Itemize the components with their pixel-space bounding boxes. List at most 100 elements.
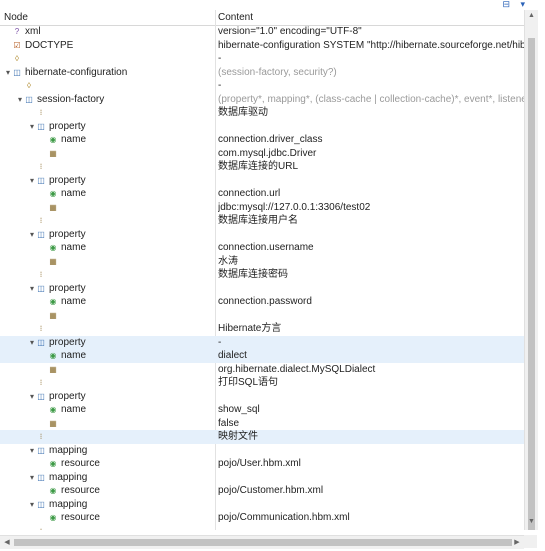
tree-row[interactable]: ◉ name connection.password <box>0 295 524 309</box>
vertical-scrollbar[interactable]: ▲ ▼ <box>524 10 538 530</box>
node-cell[interactable]: ◉ name <box>0 187 254 201</box>
horizontal-scrollbar[interactable]: ◀ ▶ <box>0 535 524 549</box>
tree-row[interactable]: ⁝ 数据库连接用户名 <box>0 214 524 228</box>
content-cell[interactable]: jdbc:mysql://127.0.0.1:3306/test02 <box>218 201 524 215</box>
content-cell[interactable]: connection.url <box>218 187 524 201</box>
node-cell[interactable]: ◉ name <box>0 349 254 363</box>
node-cell[interactable]: ◉ name <box>0 295 254 309</box>
content-cell[interactable]: connection.driver_class <box>218 133 524 147</box>
expand-toggle-icon[interactable]: ▾ <box>16 93 24 107</box>
node-cell[interactable]: ▾ ◫ mapping <box>0 471 242 485</box>
node-cell[interactable]: ⁝ <box>0 268 242 282</box>
tree-row[interactable]: ▾ ◫ mapping <box>0 444 524 458</box>
tree-row[interactable]: ⁝ Hibernate方言 <box>0 322 524 336</box>
node-cell[interactable]: ◊ <box>0 52 218 66</box>
content-cell[interactable]: pojo/User.hbm.xml <box>218 457 524 471</box>
tree-row[interactable]: ▾ ◫ property <box>0 174 524 188</box>
content-cell[interactable]: org.hibernate.dialect.MySQLDialect <box>218 363 524 377</box>
tree-row[interactable]: ▦ org.hibernate.dialect.MySQLDialect <box>0 363 524 377</box>
tree-row[interactable]: ▾ ◫ mapping <box>0 498 524 512</box>
node-cell[interactable]: ▦ <box>0 309 254 323</box>
content-cell[interactable]: false <box>218 417 524 431</box>
node-cell[interactable]: ☑ DOCTYPE <box>0 39 218 53</box>
tree-row[interactable]: ▦ false <box>0 417 524 431</box>
expand-toggle-icon[interactable]: ▾ <box>28 228 36 242</box>
content-cell[interactable]: pojo/Communication.hbm.xml <box>218 511 524 525</box>
content-cell[interactable]: 数据库连接用户名 <box>218 214 524 228</box>
node-cell[interactable]: ▾ ◫ session-factory <box>0 93 230 107</box>
node-cell[interactable]: ▦ <box>0 363 254 377</box>
content-cell[interactable]: 水涛 <box>218 255 524 269</box>
node-cell[interactable]: ▦ <box>0 255 254 269</box>
tree-row[interactable]: ▦ 水涛 <box>0 255 524 269</box>
content-cell[interactable]: com.mysql.jdbc.Driver <box>218 147 524 161</box>
tree-row[interactable]: ▦ jdbc:mysql://127.0.0.1:3306/test02 <box>0 201 524 215</box>
content-cell[interactable]: (property*, mapping*, (class-cache | col… <box>218 93 524 107</box>
tree-row[interactable]: ◉ name show_sql <box>0 403 524 417</box>
tree-row[interactable]: ◊ - <box>0 52 524 66</box>
node-cell[interactable]: ⁝ <box>0 160 242 174</box>
node-cell[interactable]: ▾ ◫ property <box>0 120 242 134</box>
tree-row[interactable]: ▾ ◫ property <box>0 228 524 242</box>
horizontal-scroll-thumb[interactable] <box>14 539 512 546</box>
content-cell[interactable]: pojo/Customer.hbm.xml <box>218 484 524 498</box>
node-cell[interactable]: ◉ name <box>0 133 254 147</box>
tree-row[interactable]: ☑ DOCTYPE hibernate-configuration SYSTEM "… <box>0 39 524 53</box>
node-cell[interactable]: ◉ name <box>0 403 254 417</box>
tree-row[interactable]: ▾ ◫ session-factory (property*, mapping*, (… <box>0 93 524 107</box>
content-column-header[interactable]: Content <box>218 12 253 23</box>
tree-row[interactable]: ⁝ 数据库连接的URL <box>0 160 524 174</box>
tree-row[interactable]: ▾ ◫ mapping <box>0 471 524 485</box>
tree-row[interactable]: ◉ resource pojo/User.hbm.xml <box>0 457 524 471</box>
tree-row[interactable]: ◉ name connection.url <box>0 187 524 201</box>
tree-row[interactable]: ▾ ◫ property <box>0 390 524 404</box>
expand-toggle-icon[interactable]: ▾ <box>28 390 36 404</box>
scroll-left-arrow-icon[interactable]: ◀ <box>1 536 13 549</box>
scroll-up-arrow-icon[interactable]: ▲ <box>525 12 538 19</box>
content-cell[interactable]: 数据库驱动 <box>218 106 524 120</box>
tree-row[interactable]: ⁝- <box>0 525 524 531</box>
expand-toggle-icon[interactable]: ▾ <box>4 66 12 80</box>
tree-row[interactable]: ⁝ 映射文件 <box>0 430 524 444</box>
node-cell[interactable]: ◉ resource <box>0 457 254 471</box>
tree-row[interactable]: ⁝ 数据库驱动 <box>0 106 524 120</box>
content-cell[interactable]: 打印SQL语句 <box>218 376 524 390</box>
content-cell[interactable]: Hibernate方言 <box>218 322 524 336</box>
node-cell[interactable]: ⁝ <box>0 322 242 336</box>
node-cell[interactable]: ⁝ <box>0 525 242 531</box>
content-cell[interactable]: show_sql <box>218 403 524 417</box>
content-cell[interactable]: connection.username <box>218 241 524 255</box>
expand-toggle-icon[interactable]: ▾ <box>28 498 36 512</box>
content-cell[interactable]: - <box>218 79 524 93</box>
content-cell[interactable]: hibernate-configuration SYSTEM "http://h… <box>218 39 524 53</box>
node-cell[interactable]: ▦ <box>0 201 254 215</box>
node-cell[interactable]: ⁝ <box>0 106 242 120</box>
vertical-scroll-thumb[interactable] <box>528 38 535 530</box>
node-cell[interactable]: ▾ ◫ mapping <box>0 444 242 458</box>
node-cell[interactable]: ? xml <box>0 25 218 39</box>
tree-row[interactable]: ⁝ 数据库连接密码 <box>0 268 524 282</box>
node-cell[interactable]: ⁝ <box>0 430 242 444</box>
node-cell[interactable]: ▾ ◫ property <box>0 174 242 188</box>
toolbar-buttons[interactable]: ⊟ ▾ <box>502 0 529 10</box>
expand-toggle-icon[interactable]: ▾ <box>28 174 36 188</box>
content-cell[interactable]: (session-factory, security?) <box>218 66 524 80</box>
tree-row[interactable]: ◉ resource pojo/Communication.hbm.xml <box>0 511 524 525</box>
content-cell[interactable]: - <box>218 52 524 66</box>
tree-row[interactable]: ▦ com.mysql.jdbc.Driver <box>0 147 524 161</box>
node-cell[interactable]: ▦ <box>0 147 254 161</box>
tree-row[interactable]: ◉ name dialect <box>0 349 524 363</box>
node-cell[interactable]: ▦ <box>0 417 254 431</box>
expand-toggle-icon[interactable]: ▾ <box>28 282 36 296</box>
expand-toggle-icon[interactable]: ▾ <box>28 471 36 485</box>
tree-row[interactable]: ◉ name connection.username <box>0 241 524 255</box>
tree-row[interactable]: ▾ ◫ property - <box>0 335 524 349</box>
node-cell[interactable]: ◉ resource <box>0 511 254 525</box>
content-cell[interactable]: 数据库连接的URL <box>218 160 524 174</box>
content-cell[interactable]: dialect <box>218 349 524 363</box>
expand-toggle-icon[interactable]: ▾ <box>28 444 36 458</box>
node-column-header[interactable]: Node <box>4 12 28 23</box>
content-cell[interactable]: connection.password <box>218 295 524 309</box>
node-cell[interactable]: ▾ ◫ property <box>0 282 242 296</box>
node-cell[interactable]: ▾ ◫ mapping <box>0 498 242 512</box>
